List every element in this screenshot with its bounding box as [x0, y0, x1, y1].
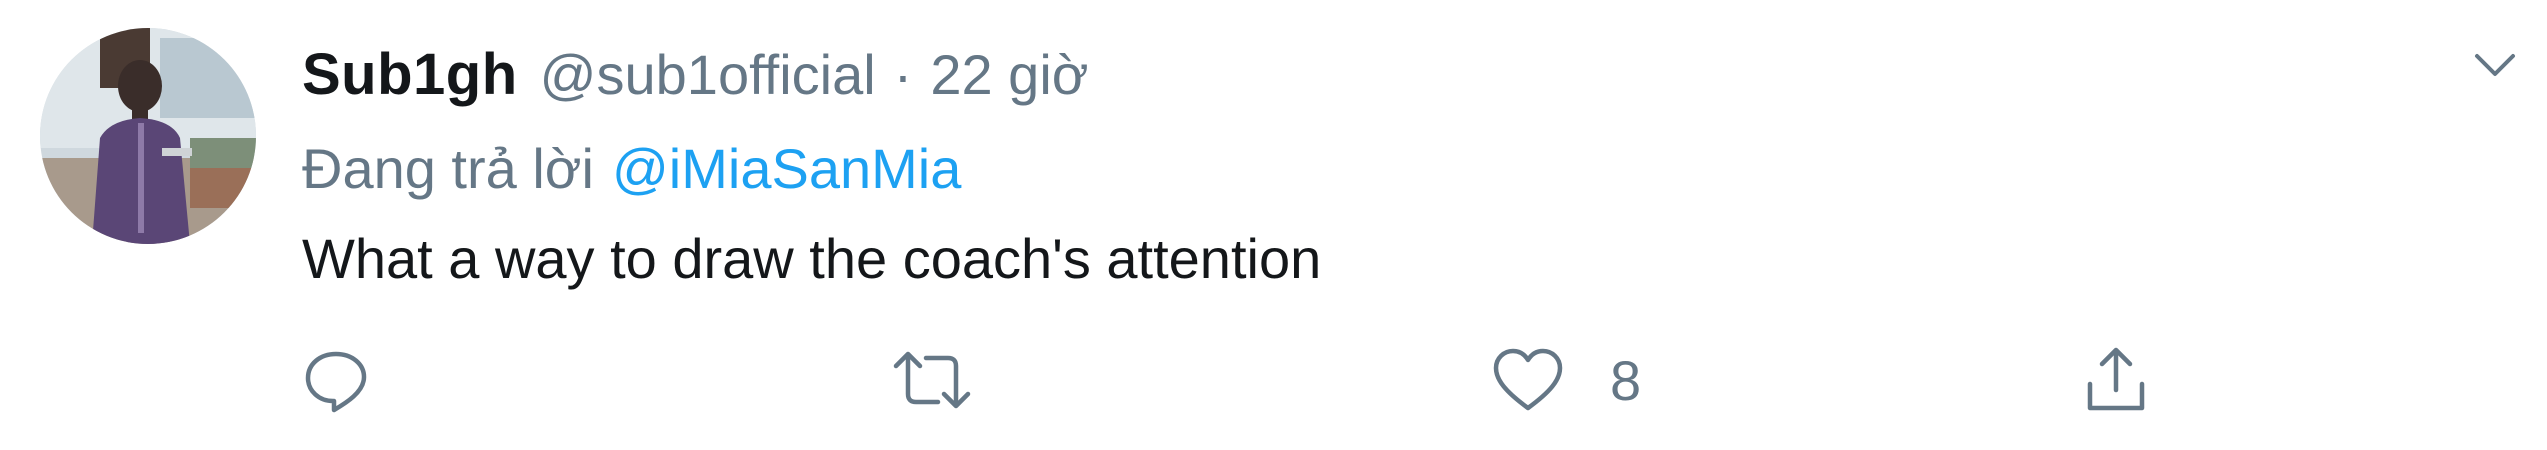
chevron-down-icon [2475, 54, 2515, 76]
reply-icon [305, 351, 367, 413]
user-handle[interactable]: @sub1official [540, 42, 876, 107]
like-button[interactable]: 8 [1490, 340, 1641, 420]
share-button[interactable] [2080, 340, 2152, 420]
timestamp[interactable]: 22 giờ [930, 42, 1088, 107]
replying-to-label: Đang trả lời [302, 136, 594, 200]
like-count: 8 [1610, 348, 1642, 412]
reply-button[interactable] [300, 340, 372, 420]
retweet-icon [893, 351, 971, 409]
separator-dot: · [893, 42, 913, 106]
avatar[interactable] [40, 28, 256, 244]
avatar-image [40, 28, 256, 244]
tweet-header: Sub1gh @sub1official · 22 giờ [302, 34, 1088, 114]
tweet-text: What a way to draw the coach's attention [302, 226, 1322, 290]
replying-to: Đang trả lời @iMiaSanMia [302, 128, 961, 208]
more-options-button[interactable] [2460, 30, 2530, 100]
share-icon [2087, 347, 2145, 411]
reply-mention-link[interactable]: @iMiaSanMia [612, 136, 961, 201]
retweet-button[interactable] [890, 340, 974, 420]
display-name[interactable]: Sub1gh [302, 41, 518, 108]
tweet-card[interactable]: Sub1gh @sub1official · 22 giờ Đang trả l… [0, 0, 2547, 450]
heart-icon [1493, 348, 1563, 411]
